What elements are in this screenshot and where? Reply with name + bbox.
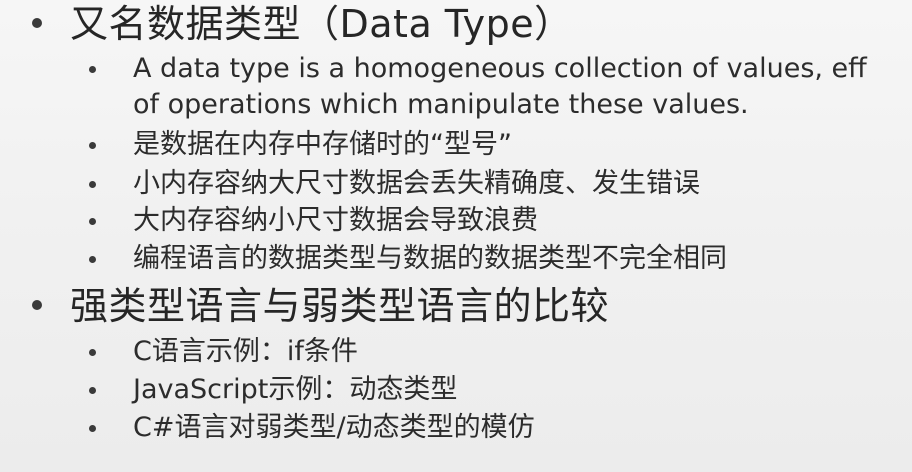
- list-item-text: 大内存容纳小尺寸数据会导致浪费: [133, 205, 538, 236]
- bullet-icon: [89, 349, 96, 356]
- list-item-text: C#语言对弱类型/动态类型的模仿: [133, 412, 535, 443]
- section-title: 又名数据类型（Data Type）: [70, 2, 573, 46]
- bullet-icon: [32, 18, 42, 28]
- slide: 又名数据类型（Data Type） A data type is a homog…: [0, 0, 912, 472]
- list-item-text: of operations which manipulate these val…: [133, 89, 749, 120]
- bullet-icon: [89, 218, 96, 225]
- bullet-icon: [32, 300, 42, 310]
- list-item-text: 小内存容纳大尺寸数据会丢失精确度、发生错误: [133, 168, 700, 199]
- list-item-text: A data type is a homogeneous collection …: [133, 53, 867, 84]
- section-title: 强类型语言与弱类型语言的比较: [70, 284, 610, 328]
- bullet-icon: [89, 142, 96, 149]
- list-item-text: 是数据在内存中存储时的“型号”: [133, 129, 512, 160]
- list-item-text: 编程语言的数据类型与数据的数据类型不完全相同: [133, 243, 727, 274]
- bullet-icon: [89, 66, 96, 73]
- list-item-text: C语言示例：if条件: [133, 336, 358, 367]
- bullet-icon: [89, 181, 96, 188]
- bullet-icon: [89, 425, 96, 432]
- bullet-icon: [89, 256, 96, 263]
- list-item-text: JavaScript示例：动态类型: [133, 374, 458, 405]
- bullet-icon: [89, 387, 96, 394]
